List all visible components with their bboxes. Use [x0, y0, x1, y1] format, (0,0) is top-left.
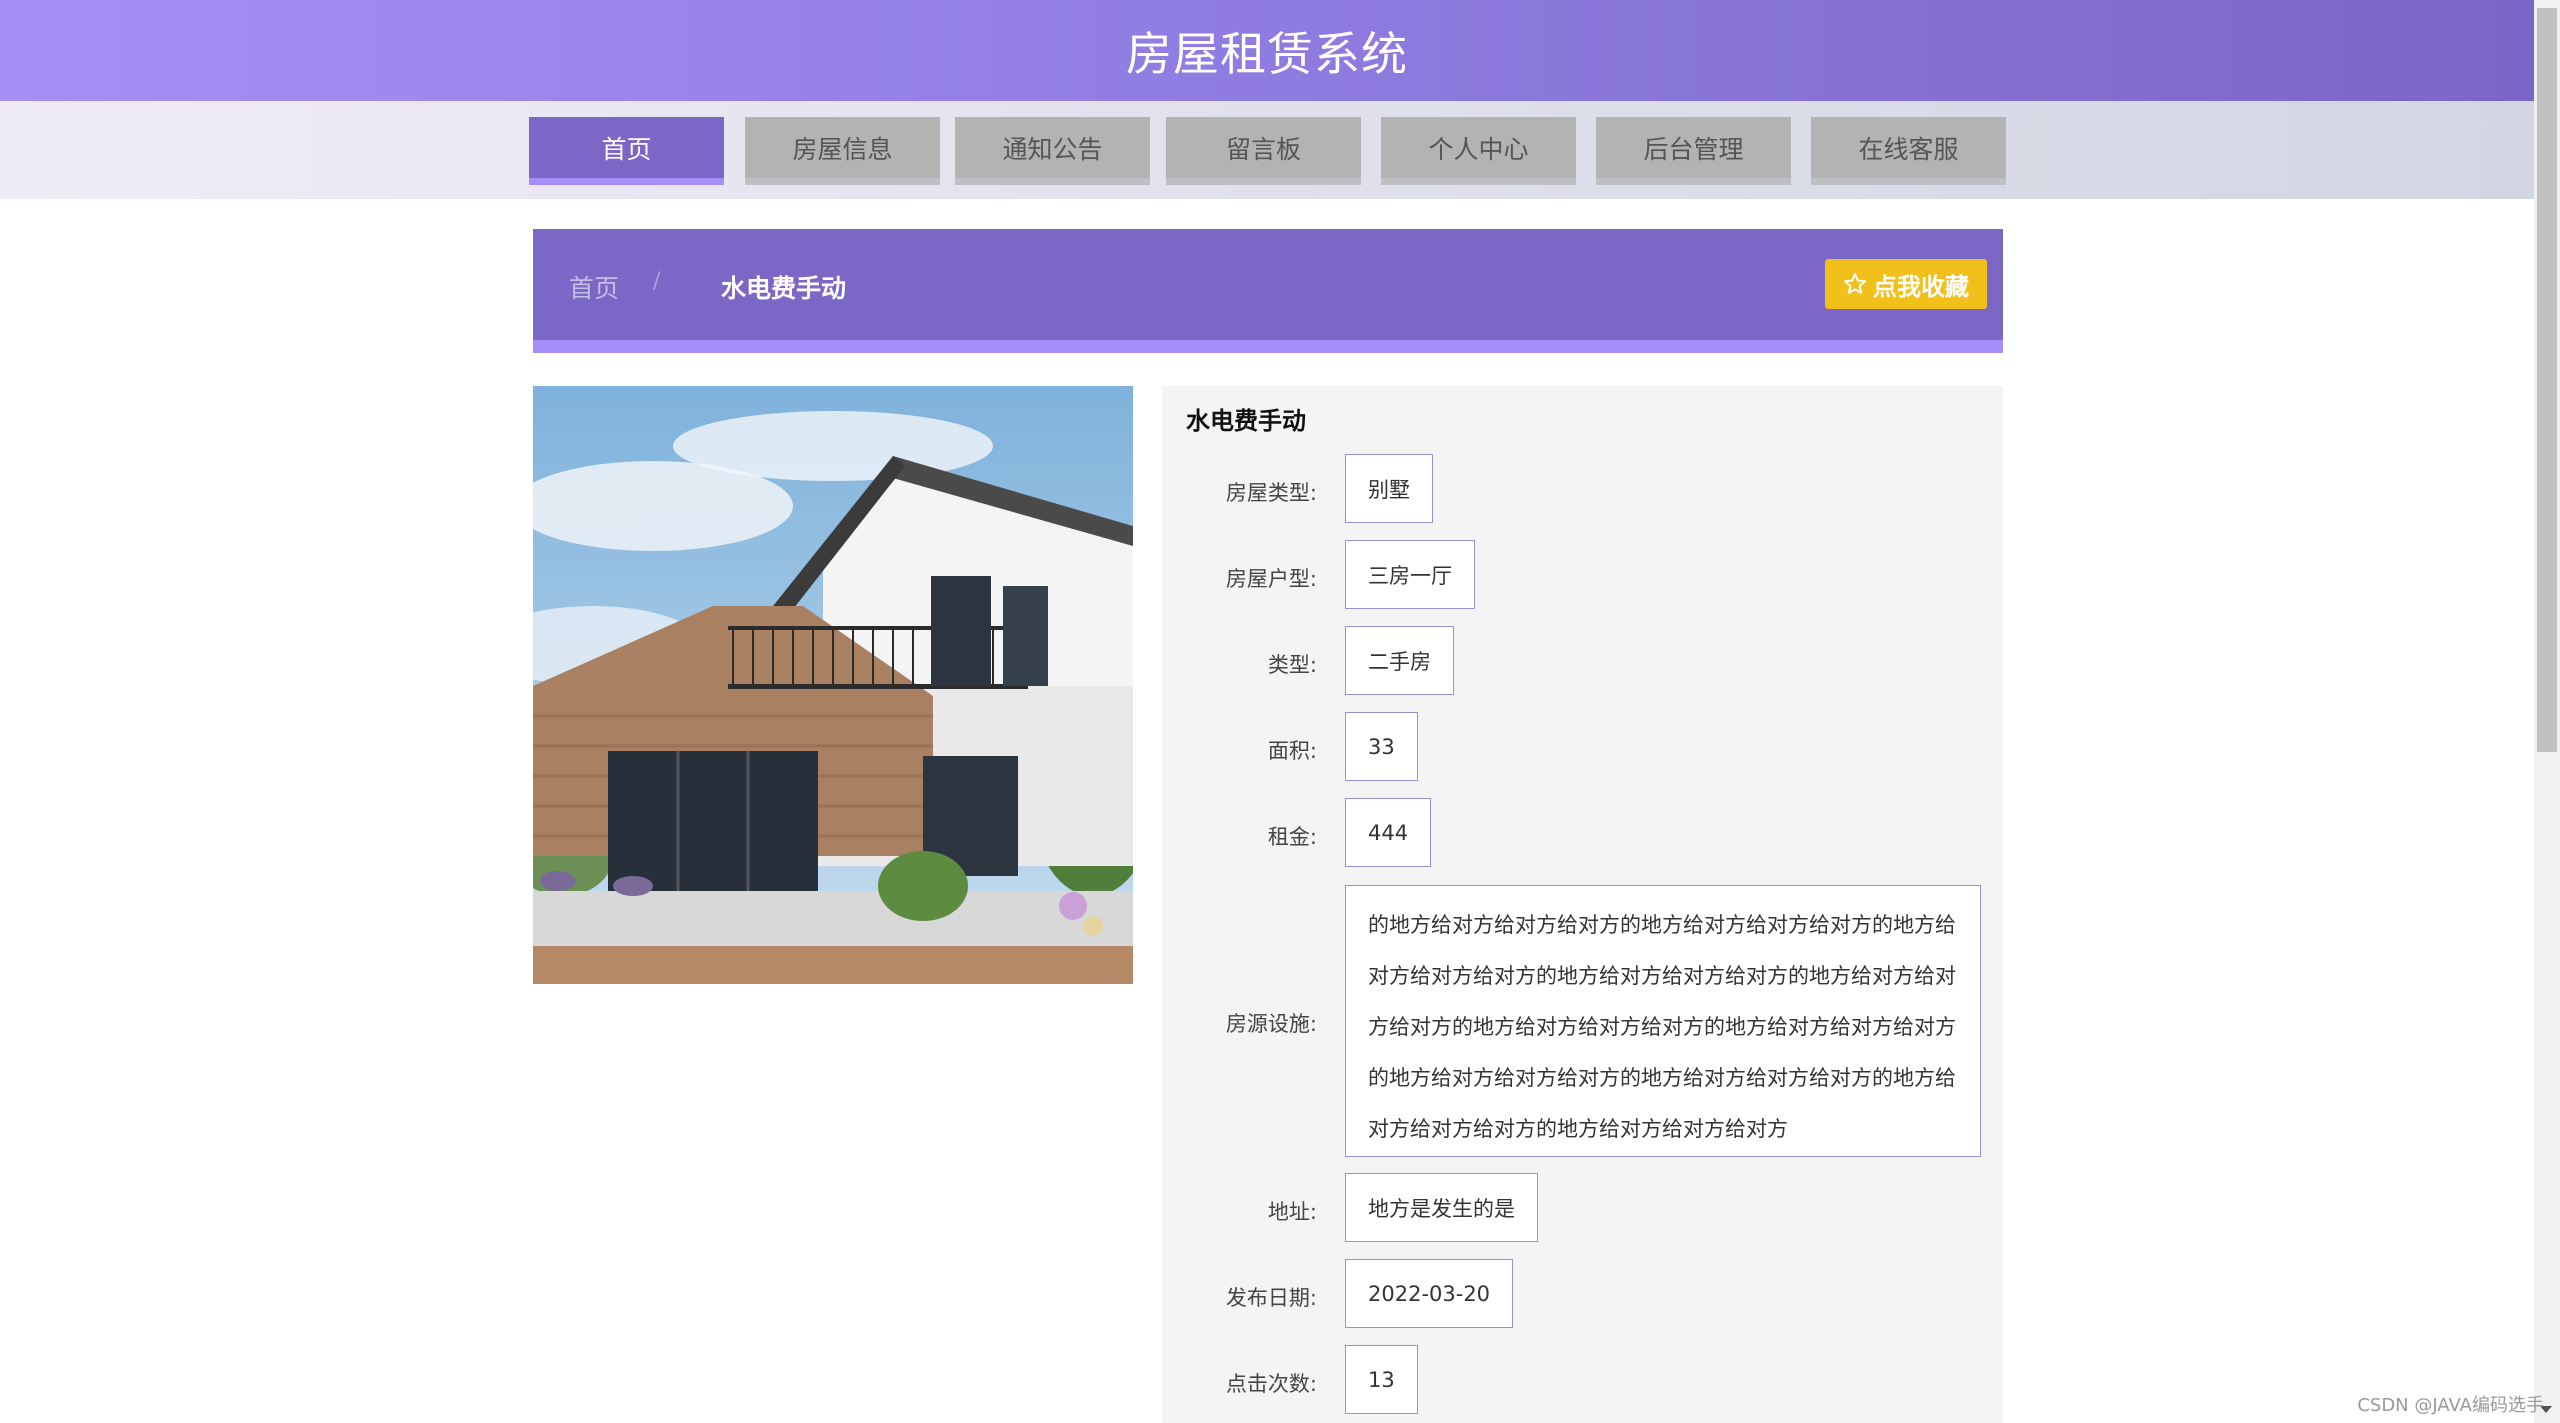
page-scrollbar[interactable]	[2534, 0, 2560, 1423]
field-value-click-count: 13	[1345, 1345, 1418, 1414]
field-value-layout: 三房一厅	[1345, 540, 1475, 609]
nav-item-message-board[interactable]: 留言板	[1166, 117, 1361, 185]
field-label-house-type: 房屋类型:	[1225, 481, 1317, 505]
house-title: 水电费手动	[1186, 407, 1306, 435]
breadcrumb-home-link[interactable]: 首页	[569, 269, 619, 305]
nav-item-home[interactable]: 首页	[529, 117, 724, 185]
main-nav: 首页 房屋信息 通知公告 留言板 个人中心 后台管理 在线客服	[0, 101, 2534, 199]
field-value-rent: 444	[1345, 798, 1432, 867]
house-photo	[533, 386, 1133, 984]
field-label-category: 类型:	[1267, 653, 1317, 677]
favorite-button[interactable]: 点我收藏	[1825, 259, 1987, 309]
field-label-facilities: 房源设施:	[1225, 1012, 1317, 1036]
nav-item-house-info[interactable]: 房屋信息	[745, 117, 940, 185]
field-label-rent: 租金:	[1267, 825, 1317, 849]
site-header: 房屋租赁系统	[0, 0, 2534, 101]
field-value-facilities: 的地方给对方给对方给对方的地方给对方给对方给对方的地方给对方给对方给对方的地方给…	[1345, 885, 1981, 1157]
breadcrumb-separator: /	[653, 269, 661, 294]
watermark: CSDN @JAVA编码选手	[2357, 1395, 2544, 1416]
field-value-area: 33	[1345, 712, 1418, 781]
field-label-layout: 房屋户型:	[1225, 567, 1317, 591]
field-label-address: 地址:	[1267, 1200, 1317, 1224]
field-value-address: 地方是发生的是	[1345, 1173, 1538, 1242]
favorite-button-label: 点我收藏	[1873, 272, 1969, 301]
nav-item-admin[interactable]: 后台管理	[1596, 117, 1791, 185]
breadcrumb-current: 水电费手动	[721, 274, 847, 303]
breadcrumb-bar: 首页 / 水电费手动 点我收藏	[533, 229, 2003, 353]
field-value-house-type: 别墅	[1345, 454, 1433, 523]
nav-item-notices[interactable]: 通知公告	[955, 117, 1150, 185]
nav-item-personal-center[interactable]: 个人中心	[1381, 117, 1576, 185]
field-value-publish-date: 2022-03-20	[1345, 1259, 1514, 1328]
field-label-area: 面积:	[1267, 739, 1317, 763]
field-value-category: 二手房	[1345, 626, 1454, 695]
field-label-publish-date: 发布日期:	[1225, 1286, 1317, 1310]
field-label-click-count: 点击次数:	[1225, 1372, 1317, 1396]
star-outline-icon	[1844, 273, 1866, 294]
house-detail-panel: 水电费手动 房屋类型: 别墅 房屋户型: 三房一厅 类型: 二手房 面积: 33…	[1162, 386, 2003, 1423]
nav-item-online-service[interactable]: 在线客服	[1811, 117, 2006, 185]
scrollbar-thumb[interactable]	[2537, 8, 2557, 752]
site-title: 房屋租赁系统	[1126, 26, 1408, 81]
